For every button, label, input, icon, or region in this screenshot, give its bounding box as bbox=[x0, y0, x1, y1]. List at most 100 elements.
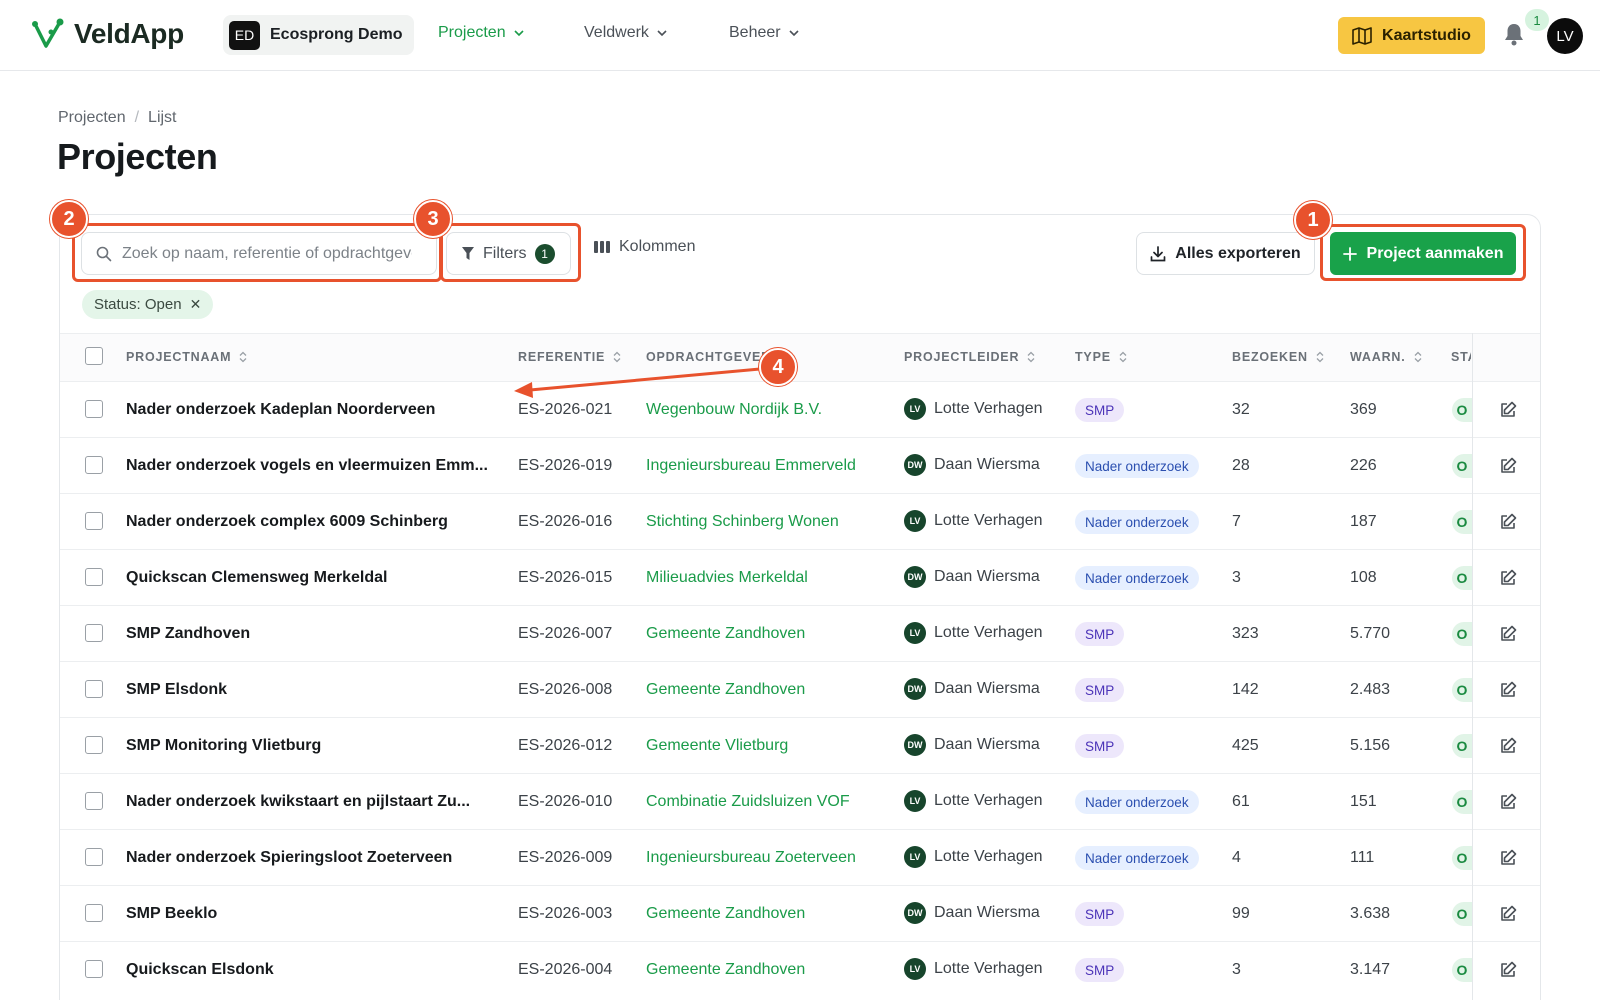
annotation-highlight-create bbox=[1320, 224, 1526, 281]
table-row[interactable]: SMP Monitoring Vlietburg ES-2026-012 Gem… bbox=[60, 718, 1540, 774]
column-header-projectleider[interactable]: PROJECTLEIDER bbox=[904, 350, 1035, 364]
project-client[interactable]: Ingenieursbureau Zoeterveen bbox=[646, 849, 856, 867]
table-row[interactable]: Nader onderzoek kwikstaart en pijlstaart… bbox=[60, 774, 1540, 830]
lead-avatar: LV bbox=[904, 622, 926, 644]
row-checkbox[interactable] bbox=[85, 512, 103, 530]
edit-icon[interactable] bbox=[1499, 625, 1517, 643]
columns-button[interactable]: Kolommen bbox=[594, 238, 695, 256]
lead-avatar: LV bbox=[904, 958, 926, 980]
row-checkbox[interactable] bbox=[85, 848, 103, 866]
project-client[interactable]: Combinatie Zuidsluizen VOF bbox=[646, 793, 850, 811]
edit-icon[interactable] bbox=[1499, 849, 1517, 867]
column-header-projectnaam[interactable]: PROJECTNAAM bbox=[126, 350, 247, 364]
export-all-button[interactable]: Alles exporteren bbox=[1136, 232, 1315, 275]
column-header-status[interactable]: STA bbox=[1451, 350, 1471, 364]
project-reference: ES-2026-008 bbox=[518, 681, 613, 698]
app-logo[interactable]: VeldApp bbox=[32, 18, 184, 50]
row-checkbox[interactable] bbox=[85, 792, 103, 810]
row-checkbox[interactable] bbox=[85, 904, 103, 922]
row-checkbox[interactable] bbox=[85, 456, 103, 474]
edit-icon[interactable] bbox=[1499, 961, 1517, 979]
project-client[interactable]: Stichting Schinberg Wonen bbox=[646, 513, 839, 531]
project-lead: LV Lotte Verhagen bbox=[904, 790, 1043, 812]
nav-label: Beheer bbox=[729, 24, 781, 41]
visits-count: 4 bbox=[1232, 849, 1241, 866]
project-name[interactable]: SMP Zandhoven bbox=[126, 625, 250, 643]
edit-icon[interactable] bbox=[1499, 457, 1517, 475]
row-checkbox[interactable] bbox=[85, 568, 103, 586]
project-name[interactable]: Nader onderzoek Spieringsloot Zoeterveen bbox=[126, 849, 452, 867]
map-studio-label: Kaartstudio bbox=[1382, 26, 1471, 44]
nav-beheer[interactable]: Beheer bbox=[729, 24, 799, 42]
project-name[interactable]: SMP Elsdonk bbox=[126, 681, 227, 699]
edit-icon[interactable] bbox=[1499, 681, 1517, 699]
edit-icon[interactable] bbox=[1499, 569, 1517, 587]
edit-icon[interactable] bbox=[1499, 401, 1517, 419]
project-client[interactable]: Milieuadvies Merkeldal bbox=[646, 569, 808, 587]
project-name[interactable]: SMP Monitoring Vlietburg bbox=[126, 737, 321, 755]
observations-count: 369 bbox=[1350, 401, 1377, 418]
row-checkbox[interactable] bbox=[85, 736, 103, 754]
table-row[interactable]: SMP Elsdonk ES-2026-008 Gemeente Zandhov… bbox=[60, 662, 1540, 718]
observations-count: 5.156 bbox=[1350, 737, 1391, 754]
table-row[interactable]: SMP Beeklo ES-2026-003 Gemeente Zandhove… bbox=[60, 886, 1540, 942]
project-client[interactable]: Ingenieursbureau Emmerveld bbox=[646, 457, 856, 475]
nav-label: Veldwerk bbox=[584, 24, 649, 41]
column-header-opdrachtgever[interactable]: OPDRACHTGEVER bbox=[646, 350, 771, 364]
annotation-marker-4: 4 bbox=[759, 348, 797, 386]
export-all-label: Alles exporteren bbox=[1175, 244, 1301, 262]
row-checkbox[interactable] bbox=[85, 960, 103, 978]
remove-filter-icon[interactable]: ✕ bbox=[190, 296, 202, 313]
project-client[interactable]: Gemeente Zandhoven bbox=[646, 681, 805, 699]
project-client[interactable]: Gemeente Zandhoven bbox=[646, 961, 805, 979]
project-name[interactable]: Quickscan Clemensweg Merkeldal bbox=[126, 569, 387, 587]
table-row[interactable]: Nader onderzoek Spieringsloot Zoeterveen… bbox=[60, 830, 1540, 886]
observations-count: 187 bbox=[1350, 513, 1377, 530]
bell-icon[interactable] bbox=[1503, 22, 1525, 46]
nav-projecten[interactable]: Projecten bbox=[438, 24, 524, 42]
table-row[interactable]: Nader onderzoek vogels en vleermuizen Em… bbox=[60, 438, 1540, 494]
edit-icon[interactable] bbox=[1499, 793, 1517, 811]
table-row[interactable]: Nader onderzoek Kadeplan Noorderveen ES-… bbox=[60, 382, 1540, 438]
column-header-type[interactable]: TYPE bbox=[1075, 350, 1127, 364]
table-row[interactable]: Quickscan Elsdonk ES-2026-004 Gemeente Z… bbox=[60, 942, 1540, 998]
row-checkbox[interactable] bbox=[85, 400, 103, 418]
user-avatar[interactable]: LV bbox=[1547, 18, 1583, 54]
row-checkbox[interactable] bbox=[85, 624, 103, 642]
row-checkbox[interactable] bbox=[85, 680, 103, 698]
annotation-marker-3: 3 bbox=[414, 200, 452, 238]
type-badge: SMP bbox=[1075, 902, 1125, 926]
visits-count: 99 bbox=[1232, 905, 1250, 922]
project-name[interactable]: Nader onderzoek vogels en vleermuizen Em… bbox=[126, 457, 488, 475]
column-header-waarnemingen[interactable]: WAARN. bbox=[1350, 350, 1422, 364]
project-name[interactable]: Nader onderzoek kwikstaart en pijlstaart… bbox=[126, 793, 470, 811]
sort-icon bbox=[239, 351, 247, 363]
table-row[interactable]: Quickscan Clemensweg Merkeldal ES-2026-0… bbox=[60, 550, 1540, 606]
nav-veldwerk[interactable]: Veldwerk bbox=[584, 24, 667, 42]
select-all-checkbox[interactable] bbox=[85, 347, 103, 365]
project-name[interactable]: Quickscan Elsdonk bbox=[126, 961, 274, 979]
edit-icon[interactable] bbox=[1499, 737, 1517, 755]
breadcrumb-item-projecten[interactable]: Projecten bbox=[58, 109, 126, 127]
table-row[interactable]: SMP Zandhoven ES-2026-007 Gemeente Zandh… bbox=[60, 606, 1540, 662]
status-badge: O bbox=[1452, 622, 1472, 646]
type-badge: SMP bbox=[1075, 734, 1125, 758]
project-client[interactable]: Gemeente Vlietburg bbox=[646, 737, 788, 755]
project-client[interactable]: Gemeente Zandhoven bbox=[646, 625, 805, 643]
column-header-referentie[interactable]: REFERENTIE bbox=[518, 350, 621, 364]
column-header-bezoeken[interactable]: BEZOEKEN bbox=[1232, 350, 1324, 364]
table-row[interactable]: Nader onderzoek complex 6009 Schinberg E… bbox=[60, 494, 1540, 550]
edit-icon[interactable] bbox=[1499, 513, 1517, 531]
project-name[interactable]: SMP Beeklo bbox=[126, 905, 217, 923]
visits-count: 7 bbox=[1232, 513, 1241, 530]
observations-count: 5.770 bbox=[1350, 625, 1391, 642]
edit-icon[interactable] bbox=[1499, 905, 1517, 923]
map-studio-button[interactable]: Kaartstudio bbox=[1338, 17, 1485, 54]
project-reference: ES-2026-004 bbox=[518, 961, 613, 978]
project-name[interactable]: Nader onderzoek Kadeplan Noorderveen bbox=[126, 401, 435, 419]
project-lead: LV Lotte Verhagen bbox=[904, 622, 1043, 644]
organization-switcher[interactable]: ED Ecosprong Demo bbox=[223, 15, 415, 55]
project-client[interactable]: Wegenbouw Nordijk B.V. bbox=[646, 401, 822, 419]
project-client[interactable]: Gemeente Zandhoven bbox=[646, 905, 805, 923]
project-name[interactable]: Nader onderzoek complex 6009 Schinberg bbox=[126, 513, 448, 531]
